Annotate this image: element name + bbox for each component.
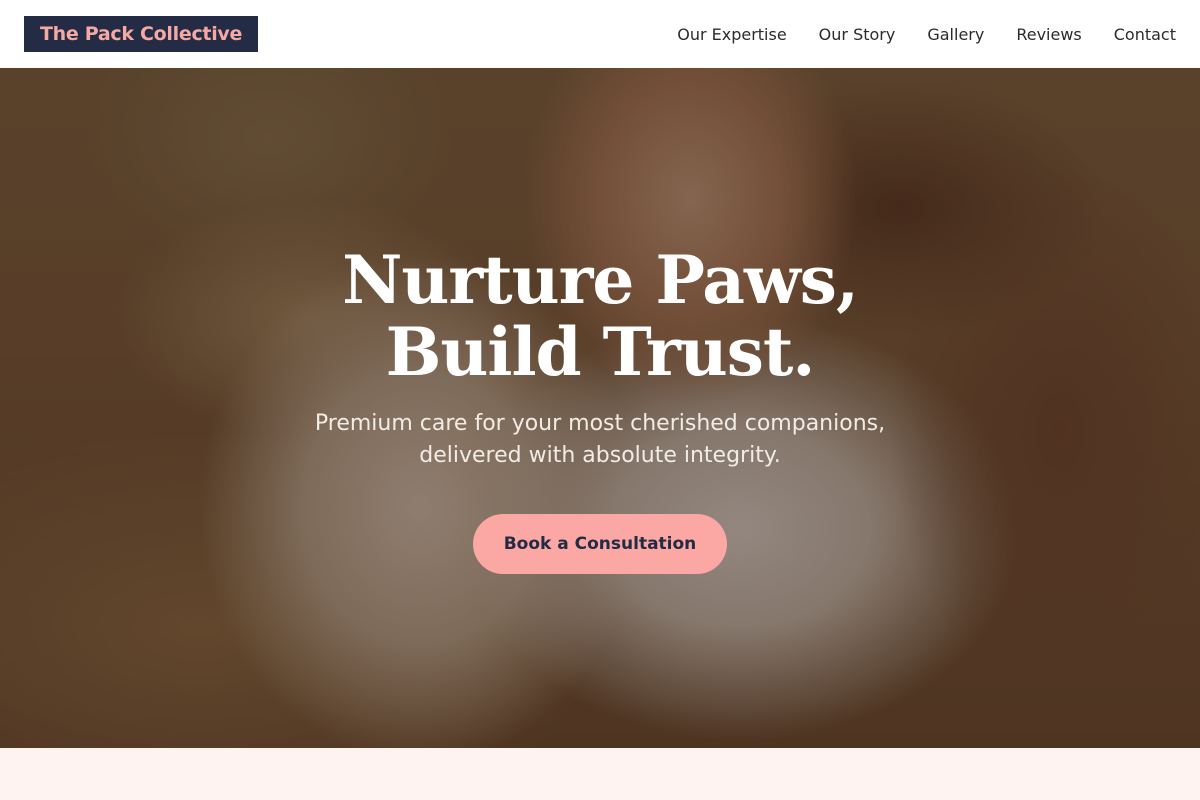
next-section-preview (0, 748, 1200, 800)
nav-link-our-story[interactable]: Our Story (819, 25, 896, 44)
hero-title: Nurture Paws, Build Trust. (0, 244, 1200, 388)
nav-link-contact[interactable]: Contact (1114, 25, 1176, 44)
hero-title-line-2: Build Trust. (385, 313, 816, 391)
book-consultation-button[interactable]: Book a Consultation (473, 514, 727, 574)
hero-subtitle-line-2: delivered with absolute integrity. (419, 443, 781, 468)
hero-subtitle-line-1: Premium care for your most cherished com… (314, 411, 886, 436)
main-nav: Our Expertise Our Story Gallery Reviews … (677, 25, 1176, 44)
hero-subtitle: Premium care for your most cherished com… (0, 408, 1200, 472)
hero-section: Nurture Paws, Build Trust. Premium care … (0, 68, 1200, 748)
hero-title-line-1: Nurture Paws, (342, 241, 859, 319)
nav-link-our-expertise[interactable]: Our Expertise (677, 25, 786, 44)
site-header: The Pack Collective Our Expertise Our St… (0, 0, 1200, 68)
brand-logo[interactable]: The Pack Collective (24, 16, 259, 52)
nav-link-reviews[interactable]: Reviews (1016, 25, 1081, 44)
nav-link-gallery[interactable]: Gallery (927, 25, 984, 44)
